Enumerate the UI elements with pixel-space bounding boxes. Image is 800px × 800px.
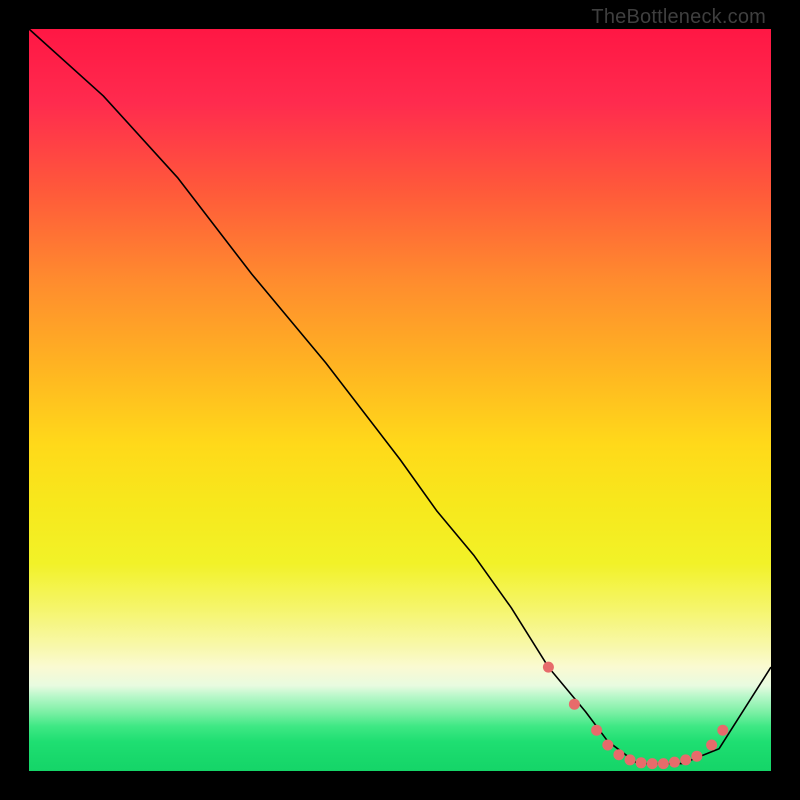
curve-line: [29, 29, 771, 764]
marker-dot: [717, 725, 728, 736]
marker-dot: [625, 754, 636, 765]
marker-dot: [658, 758, 669, 769]
marker-dot: [591, 725, 602, 736]
marker-dot: [691, 751, 702, 762]
marker-dot: [602, 740, 613, 751]
attribution-text: TheBottleneck.com: [591, 6, 766, 29]
chart-container: TheBottleneck.com: [0, 0, 800, 800]
marker-dot: [613, 749, 624, 760]
marker-dot: [706, 740, 717, 751]
marker-dot: [669, 757, 680, 768]
marker-dot: [569, 699, 580, 710]
marker-dot: [647, 758, 658, 769]
marker-dot: [636, 757, 647, 768]
curve-overlay: [0, 0, 800, 800]
marker-dot: [680, 754, 691, 765]
marker-dot: [543, 662, 554, 673]
